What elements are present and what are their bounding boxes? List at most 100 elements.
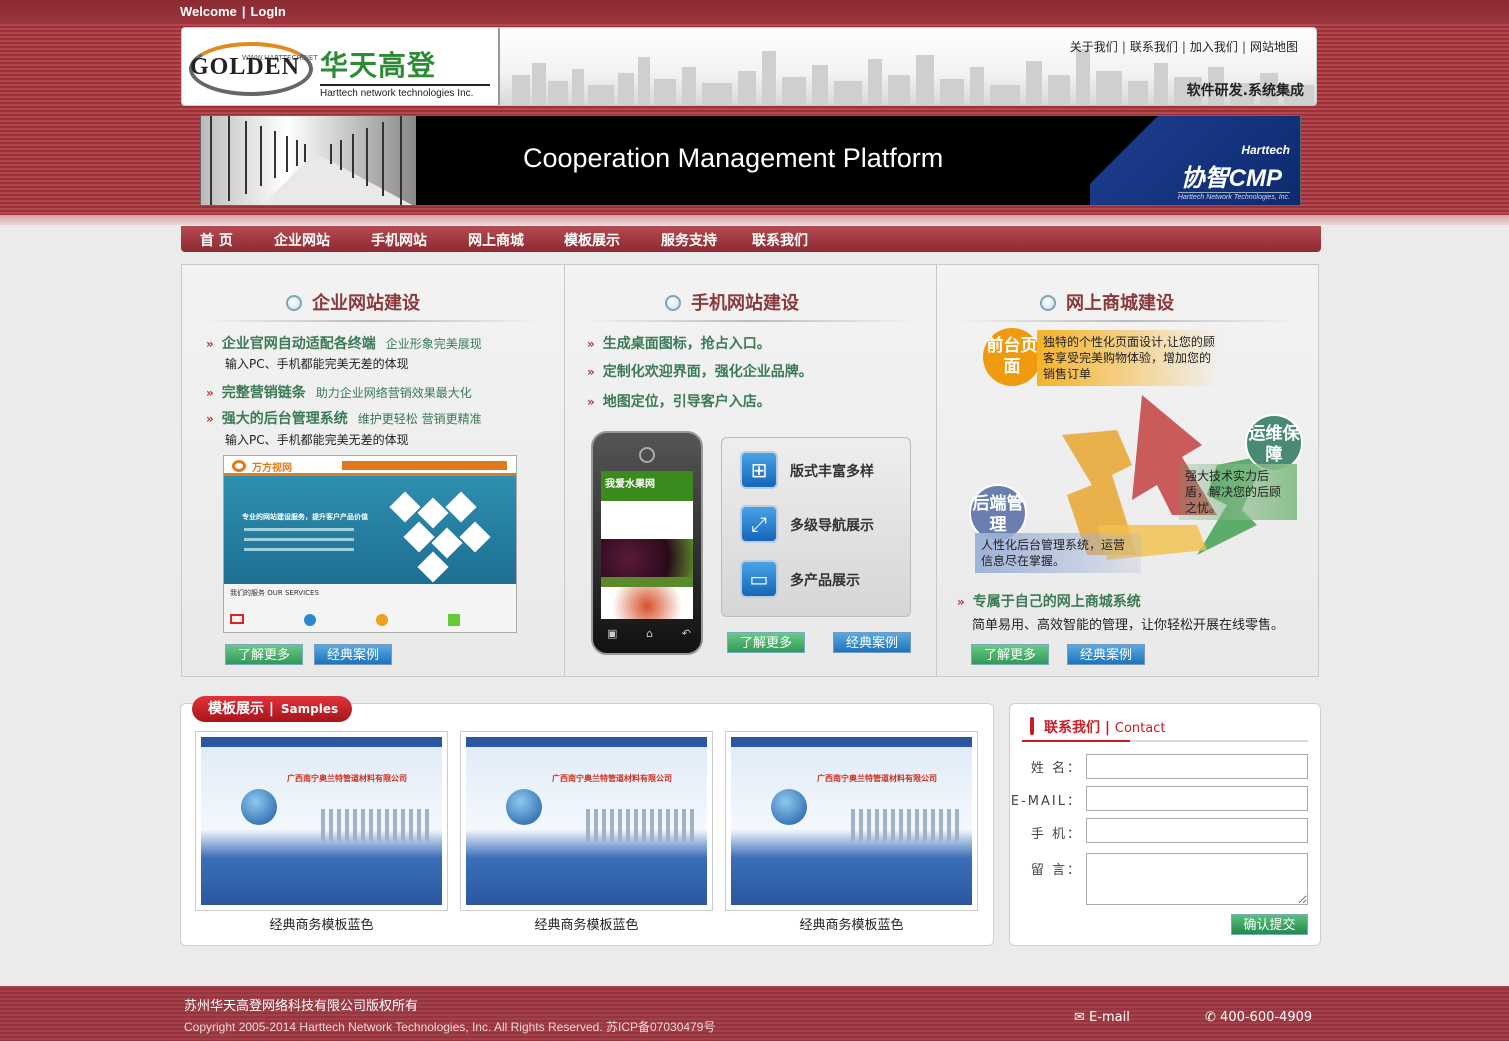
- globe-image: [771, 789, 807, 825]
- back-icon: ↶: [681, 627, 691, 640]
- samples-tab[interactable]: 模板展示 | Samples: [192, 696, 352, 722]
- submit-button[interactable]: 确认提交: [1231, 914, 1308, 935]
- link-about[interactable]: 关于我们: [1070, 40, 1118, 54]
- sample-caption[interactable]: 经典商务模板蓝色: [725, 914, 978, 933]
- welcome-separator: |: [241, 4, 246, 19]
- sample-headline: 广西南宁奥兰特管道材料有限公司: [287, 774, 407, 783]
- cmp-brand-name: 协智CMP: [1180, 165, 1282, 192]
- link-contact[interactable]: 联系我们: [1130, 40, 1178, 54]
- motorola-logo-icon: [639, 447, 655, 463]
- bullet-map-location: » 地图定位，引导客户入店。: [587, 394, 771, 410]
- bullet-backend-sub: 输入PC、手机都能完美无差的体现: [225, 433, 409, 447]
- enterprise-cases-button[interactable]: 经典案例: [314, 644, 392, 665]
- contact-title-underline: [1022, 740, 1130, 742]
- main-nav: 首 页 企业网站 手机网站 网上商城 模板展示 服务支持 联系我们: [181, 226, 1321, 252]
- name-field[interactable]: [1086, 754, 1308, 779]
- nav-mobile-site[interactable]: 手机网站: [371, 230, 427, 250]
- logo-english-name: Harttech network technologies Inc.: [320, 84, 490, 99]
- nav-templates[interactable]: 模板展示: [564, 230, 620, 250]
- bullet-desktop-icon: » 生成桌面图标，抢占入口。: [587, 336, 771, 352]
- nav-home[interactable]: 首 页: [200, 230, 233, 250]
- logo-golden-text: GOLDEN: [190, 54, 301, 80]
- email-field[interactable]: [1086, 786, 1308, 811]
- thumb-brand: 万方视网: [252, 463, 292, 474]
- bullet-welcome-screen: » 定制化欢迎界面，强化企业品牌。: [587, 364, 813, 380]
- message-field[interactable]: [1086, 853, 1308, 905]
- footer-email[interactable]: ✉ E-mail: [1074, 1010, 1130, 1025]
- front-page-tip: 独特的个性化页面设计,让您的顾客享受完美购物体验，增加您的销售订单: [1037, 330, 1221, 386]
- phone-icon: ✆: [1205, 1010, 1216, 1025]
- globe-image: [506, 789, 542, 825]
- globe-icon: [286, 295, 302, 311]
- cmp-brand-block: Harttech 协智CMP Harttech Network Technolo…: [1090, 116, 1300, 205]
- login-link[interactable]: LogIn: [250, 4, 285, 19]
- panel-mall: 网上商城建设 前台页面 独特的个性化页面设计,让您的顾客享受完美购物体验，增加您…: [937, 265, 1318, 676]
- welcome-bar: Welcome | LogIn: [180, 4, 286, 19]
- sample-headline: 广西南宁奥兰特管道材料有限公司: [817, 774, 937, 783]
- cmp-brand-sub: Harttech Network Technologies, Inc.: [1177, 192, 1290, 201]
- mobile-learn-more-button[interactable]: 了解更多: [727, 632, 805, 653]
- sample-card[interactable]: 广西南宁奥兰特管道材料有限公司: [725, 731, 978, 911]
- bullet-adaptive: » 企业官网自动适配各终端 企业形象完美展现: [206, 336, 482, 352]
- contact-marker-icon: [1030, 717, 1034, 735]
- home-icon: ⌂: [646, 627, 654, 640]
- sample-card[interactable]: 广西南宁奥兰特管道材料有限公司: [460, 731, 713, 911]
- mall-learn-more-button[interactable]: 了解更多: [971, 644, 1049, 665]
- bullet-own-mall-sub: 简单易用、高效智能的管理，让你轻松开展在线零售。: [972, 618, 1285, 633]
- banner-title: Cooperation Management Platform: [523, 143, 944, 173]
- nav-contact[interactable]: 联系我们: [752, 230, 808, 250]
- sample-headline: 广西南宁奥兰特管道材料有限公司: [552, 774, 672, 783]
- bullet-own-mall: » 专属于自己的网上商城系统: [957, 594, 1141, 610]
- front-page-badge: 前台页面: [983, 328, 1041, 386]
- bullet-adaptive-sub: 输入PC、手机都能完美无差的体现: [225, 357, 409, 371]
- phone-label: 手 机：: [1030, 827, 1082, 842]
- email-label: E-MAIL：: [1010, 794, 1082, 809]
- site-header: WWW.HARTTECH.NET GOLDEN 华天高登 Harttech ne…: [181, 27, 1317, 106]
- contact-form: 联系我们 | Contact 姓 名： E-MAIL： 手 机： 留 言： 确认…: [1009, 703, 1321, 946]
- footer-phone: ✆ 400-600-4909: [1205, 1010, 1313, 1025]
- bullet-marketing: » 完整营销链条 助力企业网络营销效果最大化: [206, 385, 472, 401]
- header-slogan: 软件研发.系统集成: [1186, 83, 1304, 99]
- sample-caption[interactable]: 经典商务模板蓝色: [460, 914, 713, 933]
- phone-screen: 我爱水果网: [601, 471, 693, 619]
- sample-caption[interactable]: 经典商务模板蓝色: [195, 914, 448, 933]
- divider: [585, 320, 915, 322]
- sample-card[interactable]: 广西南宁奥兰特管道材料有限公司: [195, 731, 448, 911]
- website-preview-image: 万方视网 专业的网站建设服务，提升客户产品价值 我们的服务 OUR SERVIC…: [223, 455, 517, 633]
- nav-enterprise-site[interactable]: 企业网站: [274, 230, 330, 250]
- nav-online-mall[interactable]: 网上商城: [468, 230, 524, 250]
- footer-company: 苏州华天高登网络科技有限公司版权所有: [184, 999, 419, 1014]
- link-sitemap[interactable]: 网站地图: [1250, 40, 1298, 54]
- globe-icon: [1040, 295, 1056, 311]
- thumb-headline: 专业的网站建设服务，提升客户产品价值: [242, 513, 368, 521]
- welcome-link[interactable]: Welcome: [180, 4, 237, 19]
- divider: [202, 320, 542, 322]
- tree-avenue-image: [201, 116, 416, 205]
- ops-support-tip: 强大技术实力后盾，解决您的后顾之忧。: [1179, 464, 1297, 520]
- link-join[interactable]: 加入我们: [1190, 40, 1238, 54]
- mobile-phone-image: 我爱水果网 ▣ ⌂ ↶: [591, 431, 703, 655]
- mail-icon: ✉: [1074, 1010, 1085, 1025]
- menu-icon: ▣: [607, 627, 618, 640]
- site-footer: 苏州华天高登网络科技有限公司版权所有 Copyright 2005-2014 H…: [0, 986, 1509, 1041]
- phone-site-title: 我爱水果网: [601, 471, 693, 501]
- cmp-brand-small: Harttech: [1241, 143, 1290, 157]
- nav-support[interactable]: 服务支持: [661, 230, 717, 250]
- thumb-services: 我们的服务 OUR SERVICES: [230, 589, 319, 597]
- panel-mall-title: 网上商城建设: [1040, 289, 1174, 315]
- globe-icon: [665, 295, 681, 311]
- mall-cases-button[interactable]: 经典案例: [1067, 644, 1145, 665]
- phone-field[interactable]: [1086, 818, 1308, 843]
- mobile-features-box: ⊞ 版式丰富多样 ⤢ 多级导航展示 ▭ 多产品展示: [721, 437, 911, 617]
- logo[interactable]: WWW.HARTTECH.NET GOLDEN 华天高登 Harttech ne…: [182, 28, 500, 105]
- backend-tip: 人性化后台管理系统，运营信息尽在掌握。: [975, 533, 1141, 573]
- navigation-icon: ⤢: [740, 505, 778, 543]
- monitor-icon: ▭: [740, 560, 778, 598]
- enterprise-learn-more-button[interactable]: 了解更多: [225, 644, 303, 665]
- footer-copyright: Copyright 2005-2014 Harttech Network Tec…: [184, 1020, 716, 1034]
- mobile-cases-button[interactable]: 经典案例: [833, 632, 911, 653]
- sample-thumbnail: 广西南宁奥兰特管道材料有限公司: [466, 737, 707, 905]
- hero-banner: Cooperation Management Platform Harttech…: [200, 115, 1301, 206]
- message-label: 留 言：: [1030, 863, 1082, 878]
- name-label: 姓 名：: [1030, 761, 1082, 776]
